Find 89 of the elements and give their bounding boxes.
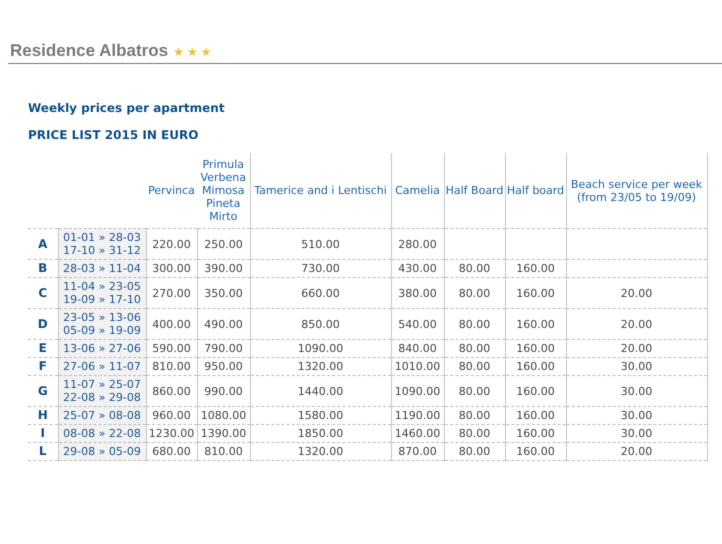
price-cell: 20.00 xyxy=(566,278,707,308)
price-cell: 30.00 xyxy=(566,406,707,424)
subtitle: Weekly prices per apartment xyxy=(28,101,226,115)
price-cell: 80.00 xyxy=(444,406,505,424)
price-cell: 30.00 xyxy=(566,376,707,406)
price-cell: 1090.00 xyxy=(250,340,391,358)
price-cell: 510.00 xyxy=(250,228,391,260)
price-cell: 1190.00 xyxy=(391,406,444,424)
price-cell: 160.00 xyxy=(505,308,566,340)
price-cell: 1440.00 xyxy=(250,376,391,406)
period-cell: 23-05 » 13-06 05-09 » 19-09 xyxy=(58,308,146,340)
price-cell: 430.00 xyxy=(391,260,444,278)
price-cell: 870.00 xyxy=(391,442,444,460)
period-cell: 28-03 » 11-04 xyxy=(58,260,146,278)
price-cell: 1320.00 xyxy=(250,442,391,460)
price-cell: 990.00 xyxy=(197,376,250,406)
period-cell: 11-07 » 25-07 22-08 » 29-08 xyxy=(58,376,146,406)
price-cell: 80.00 xyxy=(444,358,505,376)
price-cell: 790.00 xyxy=(197,340,250,358)
price-cell: 1080.00 xyxy=(197,406,250,424)
price-cell: 20.00 xyxy=(566,308,707,340)
price-cell: 1390.00 xyxy=(197,424,250,442)
star-icon: ★ xyxy=(186,45,198,59)
column-header: Half Board xyxy=(446,184,504,197)
price-cell: 1010.00 xyxy=(391,358,444,376)
price-cell: 1320.00 xyxy=(250,358,391,376)
price-cell: 20.00 xyxy=(566,340,707,358)
period-cell: 27-06 » 11-07 xyxy=(58,358,146,376)
price-cell: 160.00 xyxy=(505,376,566,406)
price-cell: 850.00 xyxy=(250,308,391,340)
price-cell: 280.00 xyxy=(391,228,444,260)
period-cell: 08-08 » 22-08 xyxy=(58,424,146,442)
period-cell: 01-01 » 28-03 17-10 » 31-12 xyxy=(58,228,146,260)
column-header: Camelia xyxy=(395,184,440,197)
price-cell: 80.00 xyxy=(444,260,505,278)
price-cell: 590.00 xyxy=(146,340,197,358)
price-cell: 80.00 xyxy=(444,424,505,442)
price-cell: 810.00 xyxy=(146,358,197,376)
price-cell: 960.00 xyxy=(146,406,197,424)
period-cell: 11-04 » 23-05 19-09 » 17-10 xyxy=(58,278,146,308)
column-header: Primula Verbena Mimosa Pineta Mirto xyxy=(200,158,246,223)
price-cell: 1230.00 xyxy=(146,424,197,442)
price-cell: 730.00 xyxy=(250,260,391,278)
price-cell: 540.00 xyxy=(391,308,444,340)
star-icon: ★ xyxy=(173,45,184,59)
price-cell: 950.00 xyxy=(197,358,250,376)
price-cell: 660.00 xyxy=(250,278,391,308)
price-cell: 80.00 xyxy=(444,340,505,358)
price-cell: 270.00 xyxy=(146,278,197,308)
period-cell: 29-08 » 05-09 xyxy=(58,442,146,460)
price-cell: 160.00 xyxy=(505,406,566,424)
column-header: Pervinca xyxy=(148,184,195,197)
star-icon: ★ xyxy=(200,45,212,59)
column-header: Tamerice and i Lentischi xyxy=(254,184,387,197)
price-cell: 810.00 xyxy=(197,442,250,460)
price-cell: 1090.00 xyxy=(391,376,444,406)
price-cell: 250.00 xyxy=(197,228,250,260)
price-cell: 20.00 xyxy=(566,442,707,460)
price-cell: 840.00 xyxy=(391,340,444,358)
price-cell: 80.00 xyxy=(444,278,505,308)
price-cell: 1460.00 xyxy=(391,424,444,442)
column-header: Beach service per week (from 23/05 to 19/09) xyxy=(570,178,702,204)
price-cell: 160.00 xyxy=(505,260,566,278)
price-cell: 30.00 xyxy=(566,424,707,442)
period-cell: 25-07 » 08-08 xyxy=(58,406,146,424)
price-cell: 490.00 xyxy=(197,308,250,340)
price-cell: 1850.00 xyxy=(250,424,391,442)
price-cell: 380.00 xyxy=(391,278,444,308)
page-title: Residence Albatros xyxy=(10,41,168,60)
price-cell: 400.00 xyxy=(146,308,197,340)
price-cell: 300.00 xyxy=(146,260,197,278)
price-cell: 220.00 xyxy=(146,228,197,260)
price-cell: 1580.00 xyxy=(250,406,391,424)
price-cell: 30.00 xyxy=(566,358,707,376)
period-cell: 13-06 » 27-06 xyxy=(58,340,146,358)
price-cell: 80.00 xyxy=(444,308,505,340)
price-list-title: PRICE LIST 2015 IN EURO xyxy=(28,128,200,142)
price-cell: 680.00 xyxy=(146,442,197,460)
price-cell: 160.00 xyxy=(505,424,566,442)
price-cell: 160.00 xyxy=(505,340,566,358)
price-cell: 80.00 xyxy=(444,376,505,406)
price-cell: 160.00 xyxy=(505,442,566,460)
price-cell: 350.00 xyxy=(197,278,250,308)
price-cell: 160.00 xyxy=(505,278,566,308)
price-cell: 80.00 xyxy=(444,442,505,460)
column-header: Half board xyxy=(506,184,564,197)
price-cell: 860.00 xyxy=(146,376,197,406)
price-cell: 390.00 xyxy=(197,260,250,278)
price-cell: 160.00 xyxy=(505,358,566,376)
